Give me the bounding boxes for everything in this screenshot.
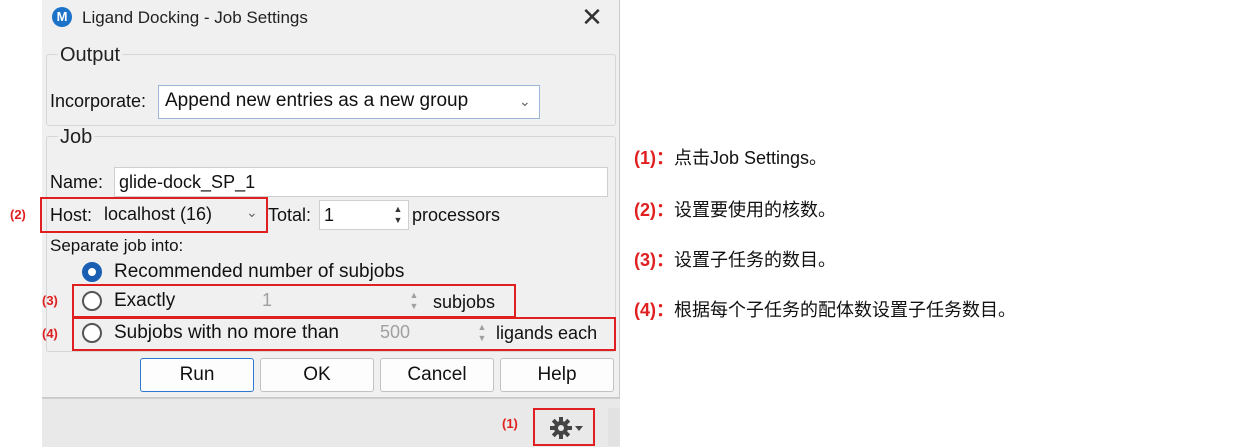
marker-4: (4): [42, 326, 58, 341]
marker-1: (1): [502, 416, 518, 431]
highlight-exactly: [72, 284, 516, 318]
annotation-2-num: (2)：: [634, 200, 674, 220]
spinner-up-icon[interactable]: ▲: [390, 204, 406, 214]
total-label: Total:: [268, 205, 312, 225]
annotation-4-text: 根据每个子任务的配体数设置子任务数目。: [674, 300, 1016, 320]
annotation-2: (2)：设置要使用的核数。: [634, 196, 836, 222]
run-button[interactable]: Run: [140, 358, 254, 392]
bottom-strip-edge: [608, 408, 620, 446]
app-icon: M: [52, 7, 72, 27]
radio-recommended[interactable]: [82, 262, 102, 282]
annotation-4-num: (4)：: [634, 300, 674, 320]
annotation-2-text: 设置要使用的核数。: [674, 200, 836, 220]
separate-job-label: Separate job into:: [50, 236, 184, 255]
annotation-1-num: (1)：: [634, 148, 674, 168]
gear-icon: [550, 417, 583, 439]
title-bar: M Ligand Docking - Job Settings ✕: [42, 0, 620, 36]
ok-button[interactable]: OK: [260, 358, 374, 392]
annotation-1-text: 点击Job Settings。: [674, 148, 828, 168]
spinner-down-icon[interactable]: ▼: [390, 215, 406, 225]
recommended-label: Recommended number of subjobs: [114, 261, 405, 282]
name-label: Name:: [50, 172, 104, 192]
total-processors-input[interactable]: 1 ▲ ▼: [319, 200, 409, 230]
job-name-input[interactable]: glide-dock_SP_1: [114, 167, 608, 197]
chevron-down-icon: [575, 426, 583, 431]
incorporate-select[interactable]: Append new entries as a new group ⌄: [158, 85, 540, 119]
annotation-3-num: (3)：: [634, 250, 674, 270]
highlight-host: [40, 197, 268, 233]
job-group-title: Job: [58, 126, 95, 149]
annotation-3-text: 设置子任务的数目。: [674, 250, 836, 270]
marker-2: (2): [10, 207, 26, 222]
help-button[interactable]: Help: [500, 358, 614, 392]
chevron-down-icon: ⌄: [519, 93, 531, 109]
marker-3: (3): [42, 293, 58, 308]
total-value: 1: [324, 205, 335, 225]
annotation-1: (1)：点击Job Settings。: [634, 144, 827, 170]
processors-label: processors: [412, 205, 501, 225]
window-title: Ligand Docking - Job Settings: [82, 8, 308, 27]
incorporate-value: Append new entries as a new group: [165, 90, 469, 111]
cancel-button[interactable]: Cancel: [380, 358, 494, 392]
output-group-title: Output: [58, 44, 123, 67]
annotation-4: (4)：根据每个子任务的配体数设置子任务数目。: [634, 296, 1016, 322]
job-settings-gear-button[interactable]: [533, 408, 595, 446]
highlight-no-more-than: [72, 317, 616, 351]
annotation-3: (3)：设置子任务的数目。: [634, 246, 836, 272]
incorporate-label: Incorporate:: [50, 91, 147, 111]
close-icon[interactable]: ✕: [576, 2, 608, 34]
